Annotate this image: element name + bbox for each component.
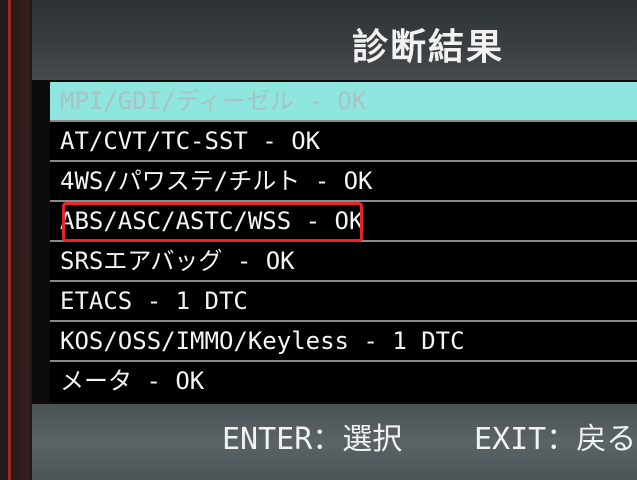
list-item-4ws-power-steering[interactable]: 4WS/パワステ/チルト - OK: [50, 162, 637, 200]
list-item-mpi-gdi-diesel[interactable]: MPI/GDI/ディーゼル - OK: [50, 82, 637, 120]
list-item-at-cvt[interactable]: AT/CVT/TC-SST - OK: [50, 122, 637, 160]
list-item-meter[interactable]: メータ - OK: [50, 362, 637, 400]
enter-select-hint[interactable]: ENTER：選択: [222, 414, 402, 458]
list-item-srs-airbag[interactable]: SRSエアバッグ - OK: [50, 242, 637, 280]
device-bezel: [0, 0, 30, 480]
footer-hint-bar: ENTER：選択 EXIT：戻る: [32, 404, 637, 480]
list-item-etacs[interactable]: ETACS - 1 DTC: [50, 282, 637, 320]
red-annotation-outline: [62, 202, 363, 242]
title-bar: 診断結果: [32, 0, 637, 80]
list-item-kos-oss-immo[interactable]: KOS/OSS/IMMO/Keyless - 1 DTC: [50, 322, 637, 360]
bezel-accent: [8, 0, 11, 480]
system-list: MPI/GDI/ディーゼル - OK AT/CVT/TC-SST - OK 4W…: [50, 82, 637, 402]
exit-back-hint[interactable]: EXIT：戻る: [474, 414, 636, 458]
page-title: 診断結果: [352, 27, 505, 68]
diagnostic-screen: 診断結果 MPI/GDI/ディーゼル - OK AT/CVT/TC-SST - …: [32, 0, 637, 480]
photo-frame: 診断結果 MPI/GDI/ディーゼル - OK AT/CVT/TC-SST - …: [0, 0, 637, 480]
